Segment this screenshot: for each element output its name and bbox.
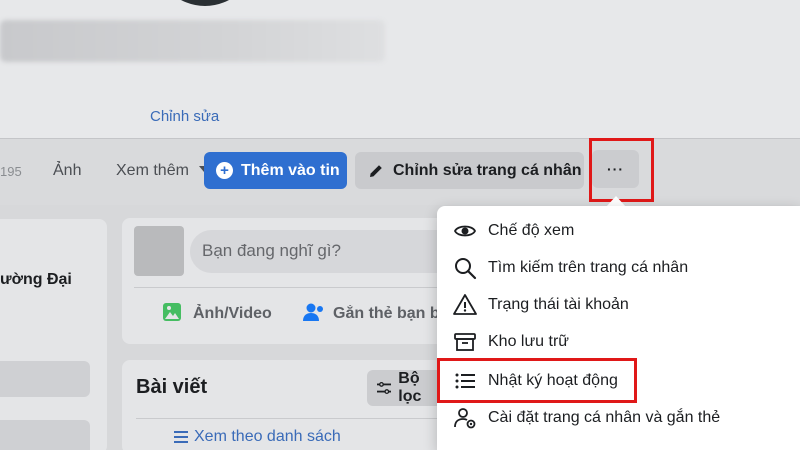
tag-friends-button[interactable]: Gắn thẻ bạn bè xyxy=(333,305,451,323)
filter-label: Bộ lọc xyxy=(398,370,422,405)
plus-icon: + xyxy=(216,162,233,179)
intro-button[interactable] xyxy=(0,420,90,450)
intro-school-text: ường Đại xyxy=(0,271,72,288)
menu-item-search-profile[interactable]: Tìm kiếm trên trang cá nhân xyxy=(437,249,800,286)
posts-title: Bài viết xyxy=(136,376,208,398)
warning-icon xyxy=(453,293,477,317)
composer-divider xyxy=(134,287,452,288)
menu-item-label: Chế độ xem xyxy=(488,221,575,239)
tag-friends-icon xyxy=(303,303,323,321)
list-view-tab[interactable]: Xem theo danh sách xyxy=(174,428,341,446)
tab-more[interactable]: Xem thêm xyxy=(116,162,189,180)
search-icon xyxy=(453,256,477,280)
menu-item-profile-tagging-settings[interactable]: Cài đặt trang cá nhân và gắn thẻ xyxy=(437,399,800,436)
archive-icon xyxy=(453,330,477,354)
intro-card xyxy=(0,219,107,450)
menu-item-account-status[interactable]: Trạng thái tài khoản xyxy=(437,286,800,323)
photo-video-icon xyxy=(163,303,181,321)
edit-profile-button[interactable]: Chỉnh sửa trang cá nhân xyxy=(355,152,584,189)
list-icon xyxy=(174,431,188,443)
pencil-icon xyxy=(370,164,382,177)
edit-profile-link[interactable]: Chỉnh sửa xyxy=(150,108,219,125)
highlight-box-activity-log xyxy=(437,358,637,403)
list-view-label: Xem theo danh sách xyxy=(194,428,341,445)
highlight-box-more xyxy=(589,138,654,202)
profile-name-blurred xyxy=(0,20,385,62)
intro-button[interactable] xyxy=(0,361,90,397)
posts-divider xyxy=(136,418,452,419)
profile-settings-icon xyxy=(453,406,477,430)
tab-photos[interactable]: Ảnh xyxy=(53,162,81,180)
add-to-story-button[interactable]: + Thêm vào tin xyxy=(204,152,347,189)
tab-friends-count[interactable]: 195 xyxy=(0,164,22,179)
menu-item-view-as[interactable]: Chế độ xem xyxy=(437,212,800,249)
menu-item-archive[interactable]: Kho lưu trữ xyxy=(437,323,800,360)
menu-item-label: Trạng thái tài khoản xyxy=(488,295,629,313)
status-input[interactable]: Bạn đang nghĩ gì? xyxy=(190,230,452,273)
menu-item-label: Tìm kiếm trên trang cá nhân xyxy=(488,258,689,276)
avatar[interactable] xyxy=(134,226,184,276)
eye-icon xyxy=(453,219,477,243)
filter-icon xyxy=(377,381,392,395)
photo-video-button[interactable]: Ảnh/Video xyxy=(193,305,272,323)
edit-profile-label: Chỉnh sửa trang cá nhân xyxy=(393,161,582,179)
add-to-story-label: Thêm vào tin xyxy=(241,161,340,179)
menu-item-label: Cài đặt trang cá nhân và gắn thẻ xyxy=(488,408,721,426)
menu-item-label: Kho lưu trữ xyxy=(488,332,570,350)
